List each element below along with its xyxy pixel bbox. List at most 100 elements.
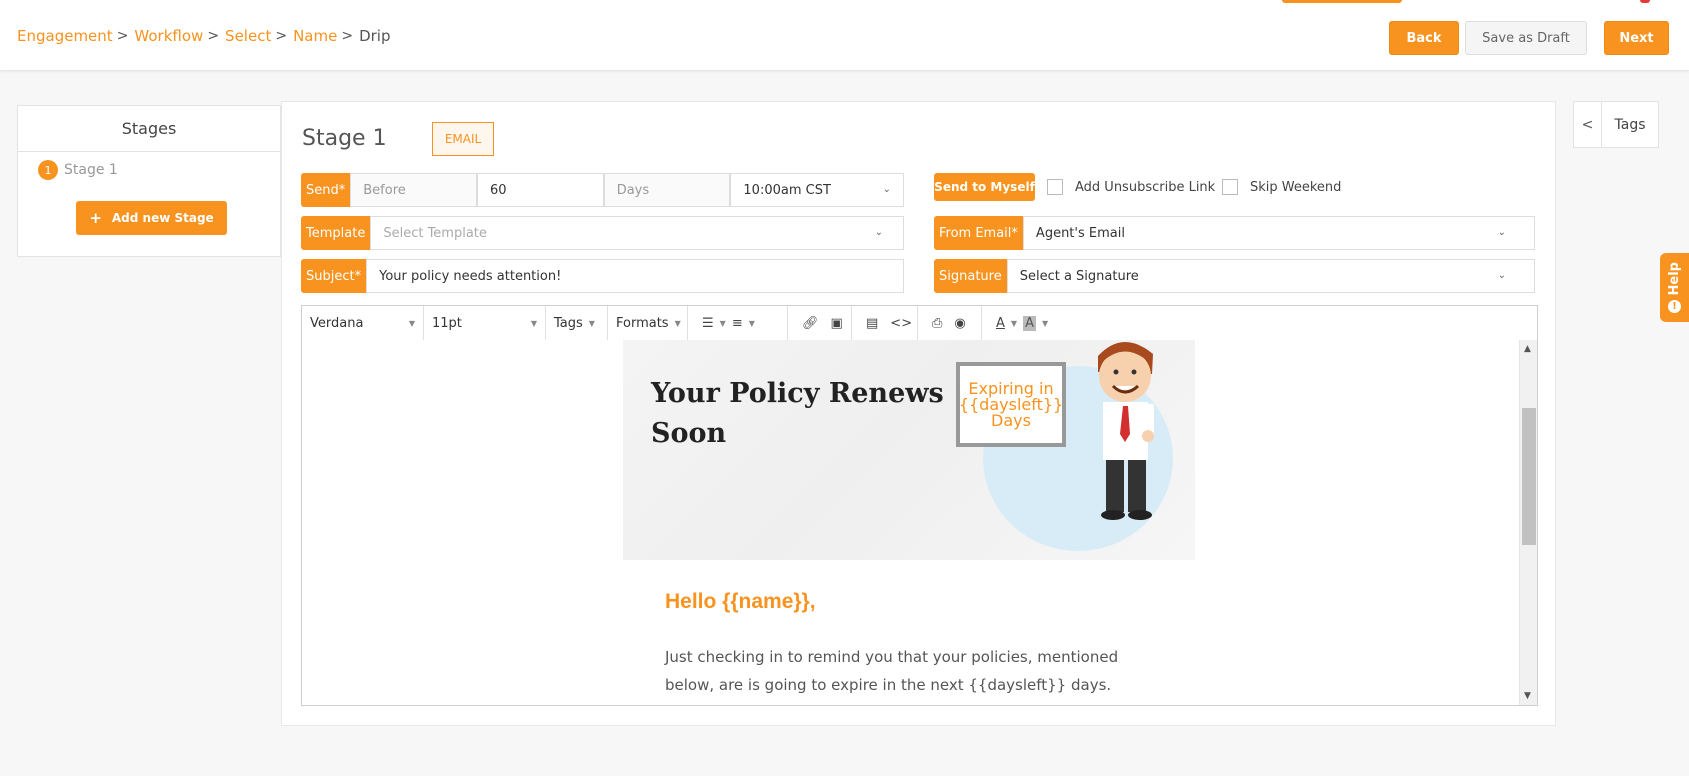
subject-label: Subject* <box>301 259 367 293</box>
subject-input[interactable]: Your policy needs attention! <box>366 259 904 293</box>
image-icon[interactable]: ▣ <box>831 316 843 331</box>
from-email-row: From Email* Agent's Email ⌄ <box>934 216 1535 250</box>
email-type-badge[interactable]: EMAIL <box>432 122 494 156</box>
top-orange-strip <box>1282 0 1402 3</box>
tags-dropdown-label: Tags <box>554 315 583 331</box>
chevron-down-icon: ⌄ <box>1497 227 1506 238</box>
source-code-icon[interactable]: <> <box>890 316 912 331</box>
email-paragraph: Just checking in to remind you that your… <box>665 648 1119 694</box>
font-family-dropdown[interactable]: Verdana ▼ <box>302 306 424 340</box>
font-size-value: 11pt <box>432 315 462 331</box>
tags-panel-label: Tags <box>1614 116 1646 133</box>
breadcrumb-select[interactable]: Select <box>225 27 271 45</box>
link-icon[interactable]: 🔗︎ <box>802 316 819 331</box>
template-placeholder: Select Template <box>383 225 487 241</box>
from-email-label: From Email* <box>934 216 1023 250</box>
send-timing-field[interactable]: Before <box>350 173 477 207</box>
send-row: Send* Before 60 Days 10:00am CST ⌄ <box>301 173 904 207</box>
stage-item-label: Stage 1 <box>64 162 118 178</box>
chevron-right-icon: > <box>116 28 129 44</box>
caret-down-icon[interactable]: ▼ <box>1011 319 1017 328</box>
skip-weekend-checkbox[interactable] <box>1222 179 1238 195</box>
help-tab[interactable]: Help ! <box>1660 253 1689 322</box>
skip-weekend-label: Skip Weekend <box>1250 180 1342 195</box>
breadcrumb-workflow[interactable]: Workflow <box>134 27 203 45</box>
email-greeting: Hello {{name}}, <box>665 590 816 613</box>
print-icon[interactable]: ⎙ <box>932 316 942 331</box>
scroll-up-icon[interactable]: ▲ <box>1524 344 1531 354</box>
add-unsubscribe-label: Add Unsubscribe Link <box>1075 180 1216 195</box>
scroll-down-icon[interactable]: ▼ <box>1524 691 1531 701</box>
caret-down-icon: ▼ <box>674 318 681 328</box>
font-size-dropdown[interactable]: 11pt ▼ <box>424 306 546 340</box>
scroll-thumb[interactable] <box>1522 408 1536 545</box>
add-stage-label: Add new Stage <box>111 211 214 225</box>
template-row: Template Select Template ⌄ <box>301 216 904 250</box>
caret-down-icon[interactable]: ▼ <box>720 319 726 328</box>
chevron-right-icon: > <box>341 28 354 44</box>
editor-scrollbar[interactable]: ▲ ▼ <box>1519 340 1537 705</box>
caret-down-icon: ▼ <box>588 318 595 328</box>
send-time-value: 10:00am CST <box>743 182 831 198</box>
caret-down-icon[interactable]: ▼ <box>749 319 755 328</box>
stage-item-1[interactable]: 1 Stage 1 <box>18 152 280 188</box>
media-icon[interactable]: ▤ <box>866 316 878 331</box>
stages-panel: Stages 1 Stage 1 + Add new Stage <box>17 105 281 257</box>
color-controls: A ▼ A ▼ <box>982 306 1082 340</box>
email-hero-banner: Your Policy Renews Soon Expiring in {{da… <box>623 340 1195 560</box>
bullet-list-icon[interactable]: ☰ <box>702 316 714 331</box>
signature-value: Select a Signature <box>1019 268 1139 284</box>
list-controls: ☰ ▼ ≡ ▼ <box>688 306 788 340</box>
breadcrumb: Engagement > Workflow > Select > Name > … <box>17 27 390 45</box>
save-draft-button[interactable]: Save as Draft <box>1465 21 1587 55</box>
signature-row: Signature Select a Signature ⌄ <box>934 259 1535 293</box>
background-color-icon[interactable]: A <box>1023 315 1036 331</box>
template-select[interactable]: Select Template ⌄ <box>370 216 904 250</box>
signature-select[interactable]: Select a Signature ⌄ <box>1006 259 1535 293</box>
email-body-editor[interactable]: Your Policy Renews Soon Expiring in {{da… <box>301 340 1538 706</box>
send-amount-input[interactable]: 60 <box>476 173 604 207</box>
template-label: Template <box>301 216 371 250</box>
font-family-value: Verdana <box>310 315 364 331</box>
send-label: Send* <box>301 173 351 207</box>
numbered-list-icon[interactable]: ≡ <box>732 316 743 331</box>
info-icon: ! <box>1668 299 1681 313</box>
chevron-right-icon: > <box>207 28 220 44</box>
formats-dropdown[interactable]: Formats ▼ <box>608 306 688 340</box>
text-color-icon[interactable]: A <box>996 316 1005 331</box>
breadcrumb-name[interactable]: Name <box>293 27 337 45</box>
help-label: Help <box>1667 262 1682 296</box>
breadcrumb-current: Drip <box>359 27 391 45</box>
breadcrumb-engagement[interactable]: Engagement <box>17 27 113 45</box>
chevron-down-icon: ⌄ <box>874 227 883 238</box>
add-unsubscribe-checkbox[interactable] <box>1047 179 1063 195</box>
stage-heading: Stage 1 <box>302 126 387 151</box>
print-controls: ⎙ ◉ <box>918 306 982 340</box>
tags-dropdown[interactable]: Tags ▼ <box>546 306 608 340</box>
preview-icon[interactable]: ◉ <box>954 316 965 331</box>
signature-label: Signature <box>934 259 1007 293</box>
expiring-sign: Expiring in {{daysleft}} Days <box>956 362 1066 447</box>
tags-panel[interactable]: < Tags <box>1573 101 1659 148</box>
media-controls: ▤ <> <box>852 306 918 340</box>
from-email-select[interactable]: Agent's Email ⌄ <box>1022 216 1535 250</box>
top-red-strip <box>1640 0 1650 3</box>
formats-dropdown-label: Formats <box>616 315 669 331</box>
caret-down-icon: ▼ <box>408 318 415 328</box>
editor-toolbar: Verdana ▼ 11pt ▼ Tags ▼ Formats ▼ ☰ ▼ ≡ … <box>301 305 1538 341</box>
back-button[interactable]: Back <box>1389 21 1459 55</box>
send-unit-field[interactable]: Days <box>603 173 731 207</box>
stages-title: Stages <box>18 106 280 152</box>
chevron-left-icon[interactable]: < <box>1574 102 1602 147</box>
subject-row: Subject* Your policy needs attention! <box>301 259 904 293</box>
next-button[interactable]: Next <box>1604 21 1669 55</box>
from-email-value: Agent's Email <box>1035 225 1125 241</box>
caret-down-icon: ▼ <box>530 318 537 328</box>
add-stage-button[interactable]: + Add new Stage <box>76 201 227 235</box>
plus-icon: + <box>89 209 102 227</box>
send-time-select[interactable]: 10:00am CST ⌄ <box>730 173 904 207</box>
businessman-illustration <box>1098 341 1154 520</box>
hero-title: Your Policy Renews Soon <box>651 378 944 449</box>
send-to-myself-button[interactable]: Send to Myself <box>934 173 1035 201</box>
caret-down-icon[interactable]: ▼ <box>1042 319 1048 328</box>
